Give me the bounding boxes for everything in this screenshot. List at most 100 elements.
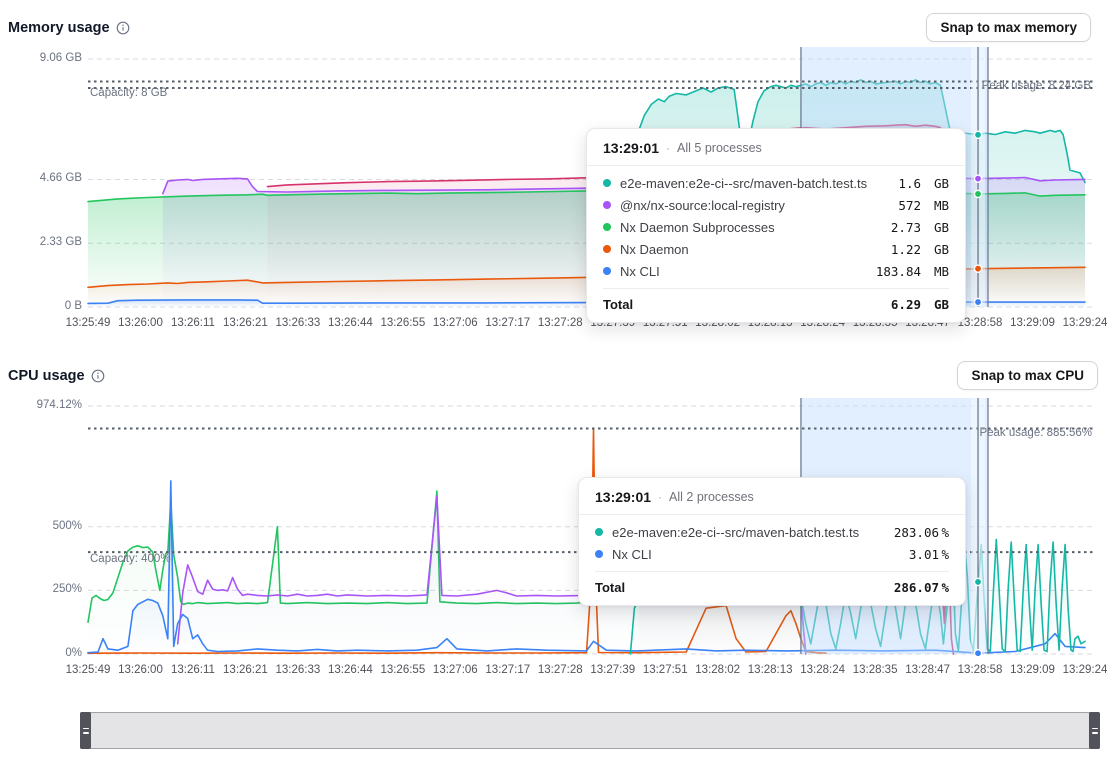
- hover-point: [974, 578, 981, 585]
- x-tick-label: 13:26:11: [171, 664, 215, 676]
- hover-point: [974, 265, 981, 272]
- series-color-dot: [603, 179, 611, 187]
- process-name: Nx CLI: [612, 547, 900, 562]
- tooltip-separator: ·: [666, 141, 670, 155]
- cpu-title: CPU usage: [8, 368, 85, 384]
- info-icon[interactable]: [116, 21, 130, 35]
- cpu-tooltip-total: Total 286.07%: [595, 571, 949, 605]
- total-label: Total: [603, 297, 891, 312]
- process-unit: %: [939, 547, 949, 562]
- tooltip-process-row: e2e-maven:e2e-ci--src/maven-batch.test.t…: [595, 521, 949, 543]
- x-tick-label: 13:26:33: [276, 317, 321, 329]
- tooltip-process-row: @nx/nx-source:local-registry572MB: [603, 194, 949, 216]
- x-tick-label: 13:25:49: [66, 317, 111, 329]
- x-tick-label: 13:26:21: [223, 664, 268, 676]
- x-tick-label: 13:25:49: [66, 664, 111, 676]
- x-tick-label: 13:27:51: [643, 664, 688, 676]
- tooltip-subtitle: All 5 processes: [677, 141, 762, 155]
- series-color-dot: [595, 528, 603, 536]
- hover-point: [974, 650, 981, 657]
- snap-to-max-cpu-button[interactable]: Snap to max CPU: [957, 361, 1098, 390]
- x-tick-label: 13:27:28: [538, 317, 583, 329]
- total-unit: %: [939, 580, 949, 595]
- tooltip-process-row: Nx Daemon Subprocesses2.73GB: [603, 216, 949, 238]
- x-tick-label: 13:26:55: [380, 664, 425, 676]
- cpu-tooltip-header: 13:29:01 · All 2 processes: [579, 478, 965, 515]
- hover-point: [974, 190, 981, 197]
- x-tick-label: 13:28:35: [853, 664, 898, 676]
- series-color-dot: [595, 550, 603, 558]
- x-tick-label: 13:28:13: [748, 664, 793, 676]
- process-unit: GB: [923, 176, 949, 191]
- x-tick-label: 13:27:06: [433, 664, 478, 676]
- x-tick-label: 13:28:58: [958, 664, 1003, 676]
- memory-tooltip: 13:29:01 · All 5 processes e2e-maven:e2e…: [586, 128, 966, 323]
- cpu-capacity-label: Capacity: 400%: [90, 553, 171, 565]
- x-tick-label: 13:27:39: [590, 664, 635, 676]
- y-tick-label: 250%: [20, 583, 82, 595]
- y-tick-label: 0 B: [20, 300, 82, 312]
- memory-capacity-label: Capacity: 8 GB: [90, 87, 167, 99]
- x-tick-label: 13:26:11: [171, 317, 215, 329]
- process-value: 183.84: [876, 264, 921, 279]
- range-handle-left[interactable]: [80, 712, 91, 749]
- process-unit: MB: [923, 264, 949, 279]
- x-tick-label: 13:26:55: [380, 317, 425, 329]
- cpu-section-header: CPU usage: [8, 368, 105, 384]
- x-tick-label: 13:29:09: [1010, 664, 1055, 676]
- x-tick-label: 13:26:33: [276, 664, 321, 676]
- x-tick-label: 13:29:24: [1063, 664, 1108, 676]
- hover-point: [974, 298, 981, 305]
- x-tick-label: 13:28:47: [905, 664, 950, 676]
- x-tick-label: 13:26:00: [118, 317, 163, 329]
- x-tick-label: 13:28:24: [800, 664, 845, 676]
- series-color-dot: [603, 223, 611, 231]
- tooltip-process-row: e2e-maven:e2e-ci--src/maven-batch.test.t…: [603, 172, 949, 194]
- process-unit: GB: [923, 242, 949, 257]
- process-profiler-page: { "memory_section": { "title": "Memory u…: [0, 0, 1118, 761]
- tooltip-process-row: Nx CLI 183.84MB: [603, 260, 949, 282]
- x-tick-label: 13:27:17: [485, 664, 530, 676]
- x-tick-label: 13:26:44: [328, 664, 373, 676]
- process-name: @nx/nx-source:local-registry: [620, 198, 889, 213]
- cpu-tooltip: 13:29:01 · All 2 processes e2e-maven:e2e…: [578, 477, 966, 606]
- x-tick-label: 13:29:24: [1063, 317, 1108, 329]
- total-unit: GB: [923, 297, 949, 312]
- tooltip-time: 13:29:01: [603, 140, 659, 156]
- total-value: 6.29: [891, 297, 921, 312]
- process-name: e2e-maven:e2e-ci--src/maven-batch.test.t…: [620, 176, 889, 191]
- process-value: 1.22: [891, 242, 921, 257]
- y-tick-label: 974.12%: [20, 399, 82, 411]
- memory-title: Memory usage: [8, 20, 110, 36]
- x-tick-label: 13:27:06: [433, 317, 478, 329]
- process-name: e2e-maven:e2e-ci--src/maven-batch.test.t…: [612, 525, 885, 540]
- snap-to-max-memory-button[interactable]: Snap to max memory: [926, 13, 1091, 42]
- x-tick-label: 13:26:00: [118, 664, 163, 676]
- y-tick-label: 9.06 GB: [20, 52, 82, 64]
- timeline-range-slider[interactable]: [80, 712, 1100, 749]
- tooltip-subtitle: All 2 processes: [669, 490, 754, 504]
- x-tick-label: 13:26:44: [328, 317, 373, 329]
- x-tick-label: 13:27:17: [485, 317, 530, 329]
- series-color-dot: [603, 201, 611, 209]
- tooltip-time: 13:29:01: [595, 489, 651, 505]
- memory-section-header: Memory usage: [8, 20, 130, 36]
- tooltip-process-row: Nx CLI3.01%: [595, 543, 949, 565]
- x-tick-label: 13:29:09: [1010, 317, 1055, 329]
- info-icon[interactable]: [91, 369, 105, 383]
- series-color-dot: [603, 267, 611, 275]
- series-color-dot: [603, 245, 611, 253]
- process-name: Nx Daemon: [620, 242, 882, 257]
- process-name: Nx CLI: [620, 264, 867, 279]
- x-tick-label: 13:26:21: [223, 317, 268, 329]
- cpu-peak-label: Peak usage: 885.56%: [979, 427, 1092, 439]
- memory-peak-label: Peak usage: 8.24 GB: [982, 80, 1091, 92]
- process-unit: MB: [923, 198, 949, 213]
- y-tick-label: 500%: [20, 520, 82, 532]
- hover-point: [974, 131, 981, 138]
- process-value: 2.73: [891, 220, 921, 235]
- x-tick-label: 13:28:02: [695, 664, 740, 676]
- hover-point: [974, 175, 981, 182]
- process-unit: GB: [923, 220, 949, 235]
- range-handle-right[interactable]: [1089, 712, 1100, 749]
